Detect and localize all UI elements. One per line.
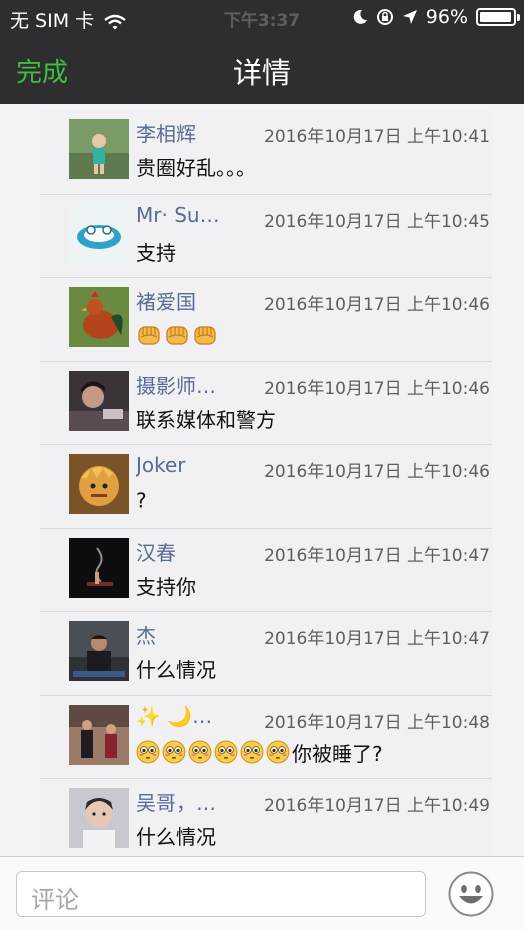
comment-time: 2016年10月17日 上午10:47	[264, 629, 490, 649]
fist-emoji-icon	[194, 325, 216, 345]
fist-emoji-icon	[166, 325, 188, 345]
comment-time: 2016年10月17日 上午10:49	[264, 796, 490, 816]
comment-row[interactable]: Mr· Su… 2016年10月17日 上午10:45 支持	[40, 193, 492, 278]
avatar[interactable]	[69, 370, 129, 431]
comment-text: 联系媒体和警方	[136, 404, 276, 433]
smiley-icon[interactable]	[448, 871, 494, 917]
commenter-name[interactable]: ✨ 🌙…	[136, 704, 234, 728]
comment-time: 2016年10月17日 上午10:46	[264, 295, 490, 315]
comment-text: 什么情况	[136, 821, 216, 850]
avatar[interactable]	[69, 454, 129, 514]
comment-row[interactable]: Joker 2016年10月17日 上午10:46?	[40, 444, 492, 528]
comment-text	[136, 320, 220, 347]
battery-icon	[476, 8, 520, 26]
comment-time: 2016年10月17日 上午10:48	[264, 712, 490, 733]
comment-text: 什么情况	[136, 654, 216, 683]
comment-text: ?	[136, 487, 147, 513]
flushed-emoji-icon	[136, 740, 160, 764]
nav-bar: 完成 详情	[0, 36, 524, 104]
fist-emoji-icon	[138, 325, 160, 345]
comment-area[interactable]: 李相辉 2016年10月17日 上午10:41 贵圈好乱。。。 Mr· Su… 2016…	[0, 104, 524, 856]
avatar[interactable]	[69, 621, 129, 681]
comment-row[interactable]: 汉春 2016年10月17日 上午10:47 支持你	[40, 527, 492, 612]
comment-text: 支持	[136, 237, 176, 266]
commenter-name[interactable]: 李相辉	[136, 118, 234, 147]
avatar[interactable]	[69, 537, 129, 598]
commenter-name[interactable]: 吴哥，…	[136, 787, 234, 816]
commenter-name[interactable]: 汉春	[136, 537, 234, 566]
comment-time: 2016年10月17日 上午10:46	[264, 378, 490, 399]
flushed-emoji-icon	[188, 740, 212, 764]
flushed-emoji-icon	[240, 740, 264, 764]
battery-fill	[480, 12, 511, 22]
comment-row[interactable]: 褚爱国 2016年10月17日 上午10:46	[40, 277, 492, 361]
comment-text: 你被睡了?	[136, 738, 383, 767]
avatar[interactable]	[69, 788, 129, 848]
page-title: 详情	[232, 56, 291, 90]
comment-text-body: 支持	[136, 240, 176, 265]
comment-text-body: 贵圈好乱。。。	[136, 156, 256, 180]
comment-input[interactable]: 评论	[16, 871, 426, 917]
commenter-name[interactable]: Joker	[136, 453, 234, 477]
comment-text: 支持你	[136, 571, 196, 600]
comment-row[interactable]: 吴哥，… 2016年10月17日 上午10:49 什么情况	[40, 778, 492, 856]
avatar[interactable]	[69, 203, 129, 264]
comment-row[interactable]: ✨ 🌙… 2016年10月17日 上午10:48 你被睡了?	[40, 694, 492, 779]
comment-list: 李相辉 2016年10月17日 上午10:41 贵圈好乱。。。 Mr· Su… 2016…	[40, 110, 492, 856]
comment-text: 贵圈好乱。。。	[136, 152, 256, 181]
comment-time: 2016年10月17日 上午10:45	[264, 211, 490, 232]
moon-icon	[353, 9, 367, 24]
comment-text-body: 你被睡了?	[292, 741, 383, 766]
commenter-name[interactable]: 摄影师…	[136, 370, 234, 399]
avatar[interactable]	[69, 704, 129, 765]
comment-row[interactable]: 摄影师… 2016年10月17日 上午10:46 联系媒体和警方	[40, 360, 492, 445]
comment-text-body: 联系媒体和警方	[136, 407, 276, 432]
flushed-emoji-icon	[266, 740, 290, 764]
location-arrow-icon	[402, 10, 417, 24]
flushed-emoji-icon	[162, 740, 186, 764]
commenter-name[interactable]: Mr· Su…	[136, 203, 234, 227]
comment-time: 2016年10月17日 上午10:41	[264, 127, 490, 147]
comment-time: 2016年10月17日 上午10:46	[264, 462, 490, 482]
comment-input-bar: 评论	[0, 856, 524, 930]
commenter-name[interactable]: 褚爱国	[136, 286, 234, 315]
comment-row[interactable]: 李相辉 2016年10月17日 上午10:41 贵圈好乱。。。	[40, 110, 492, 194]
comment-text-body: ?	[136, 488, 147, 513]
status-right: 96%	[352, 6, 520, 28]
comment-time: 2016年10月17日 上午10:47	[264, 545, 490, 566]
comment-text-body: 什么情况	[136, 658, 216, 682]
comment-text-body: 什么情况	[136, 825, 216, 849]
rotation-lock-icon	[376, 9, 393, 25]
comment-text-body: 支持你	[136, 574, 196, 599]
status-bar: 无 SIM 卡 下午3:37 96%	[0, 0, 524, 36]
flushed-emoji-icon	[214, 740, 238, 764]
top-bar: 无 SIM 卡 下午3:37 96% 完成 详情	[0, 0, 524, 104]
battery-percent: 96%	[425, 6, 468, 28]
avatar[interactable]	[69, 287, 129, 347]
avatar[interactable]	[69, 119, 129, 179]
comment-row[interactable]: 杰 2016年10月17日 上午10:47 什么情况	[40, 611, 492, 695]
commenter-name[interactable]: 杰	[136, 620, 234, 649]
